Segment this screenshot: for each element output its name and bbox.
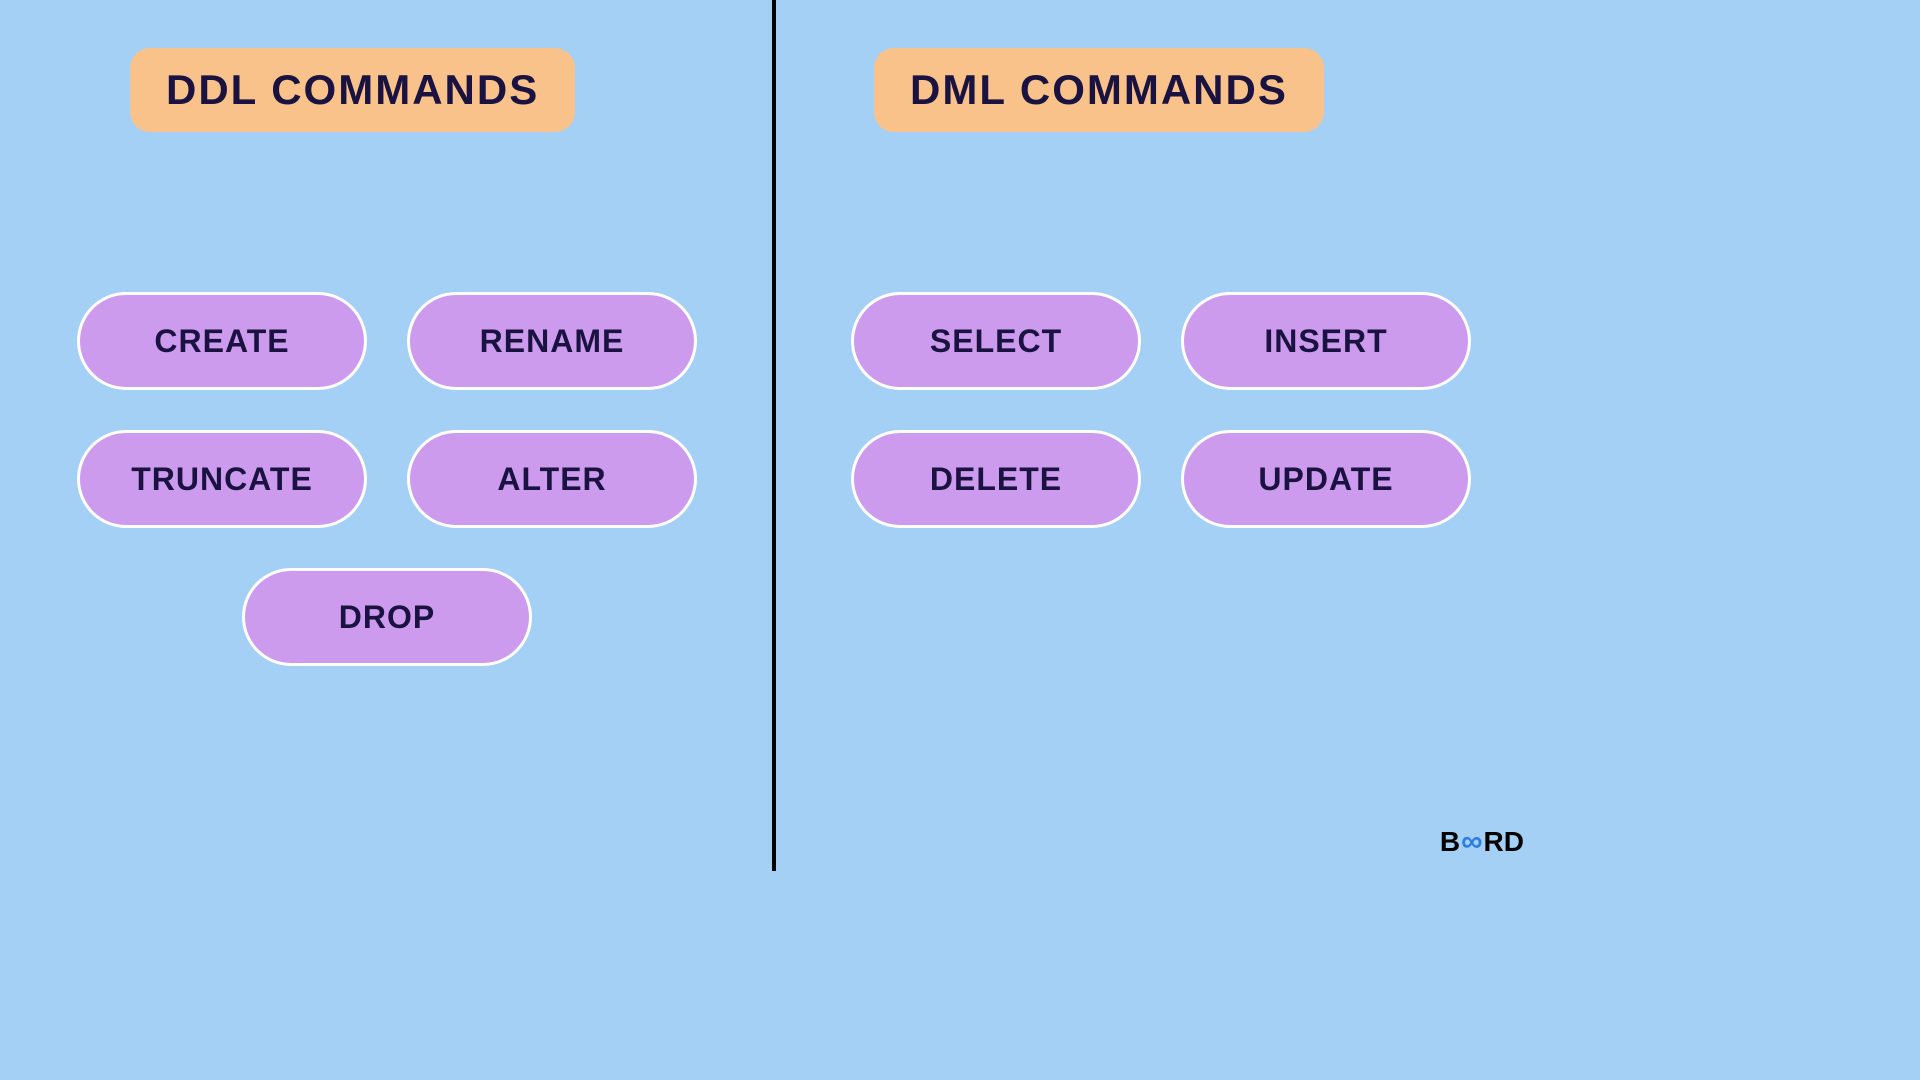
ddl-title: DDL COMMANDS [130,48,575,132]
logo-rd: RD [1484,826,1524,858]
ddl-row-1: CREATE RENAME [60,292,714,390]
ddl-row-2: TRUNCATE ALTER [60,430,714,528]
command-truncate: TRUNCATE [77,430,367,528]
logo-b: B [1440,826,1460,858]
ddl-commands: CREATE RENAME TRUNCATE ALTER DROP [0,292,774,666]
ddl-panel: DDL COMMANDS CREATE RENAME TRUNCATE ALTE… [0,0,774,871]
command-drop: DROP [242,568,532,666]
dml-row-2: DELETE UPDATE [834,430,1488,528]
command-update: UPDATE [1181,430,1471,528]
dml-panel: DML COMMANDS SELECT INSERT DELETE UPDATE… [774,0,1548,871]
command-alter: ALTER [407,430,697,528]
board-logo: B∞RD [1440,825,1524,859]
command-insert: INSERT [1181,292,1471,390]
command-select: SELECT [851,292,1141,390]
logo-infinity-icon: ∞ [1461,825,1482,859]
command-delete: DELETE [851,430,1141,528]
dml-title: DML COMMANDS [874,48,1324,132]
command-create: CREATE [77,292,367,390]
dml-row-1: SELECT INSERT [834,292,1488,390]
ddl-row-3: DROP [60,568,714,666]
dml-commands: SELECT INSERT DELETE UPDATE [774,292,1548,528]
command-rename: RENAME [407,292,697,390]
